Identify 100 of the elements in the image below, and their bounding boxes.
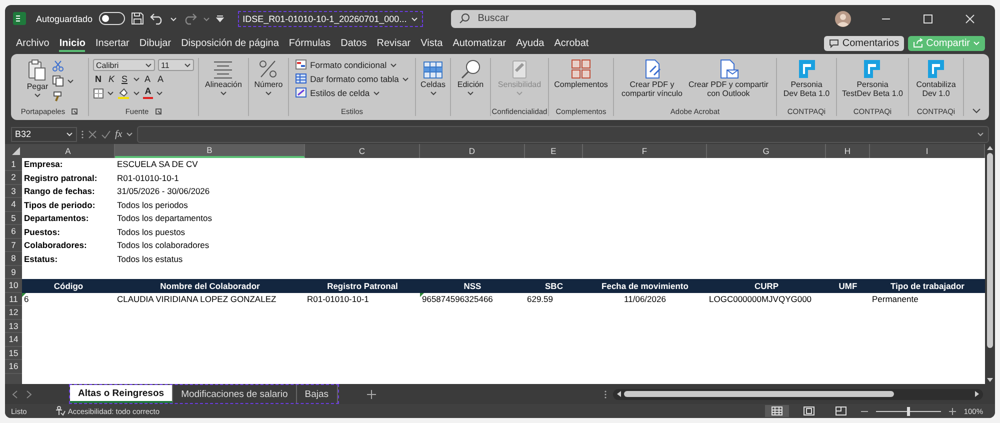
- text-style-button[interactable]: K: [106, 74, 117, 84]
- menu-tab[interactable]: Automatizar: [448, 34, 512, 52]
- font-size-step-button[interactable]: A: [142, 74, 153, 84]
- conditional-format-icon[interactable]: [295, 59, 308, 70]
- avatar-icon[interactable]: [835, 10, 851, 26]
- format-painter-icon[interactable]: [52, 90, 64, 102]
- search-field[interactable]: Buscar: [450, 10, 696, 28]
- row-number[interactable]: 11: [5, 292, 22, 306]
- text-style-button[interactable]: N: [93, 74, 104, 84]
- row-number[interactable]: 12: [5, 306, 22, 320]
- save-icon[interactable]: [130, 12, 144, 25]
- clipboard-icon[interactable]: [27, 59, 48, 81]
- column-header[interactable]: H: [826, 144, 870, 158]
- view-button[interactable]: [764, 405, 789, 417]
- column-header[interactable]: C: [305, 144, 420, 158]
- ribbon-button[interactable]: Personia Dev Beta 1.0: [781, 58, 832, 100]
- row-number[interactable]: 3: [5, 184, 22, 198]
- menu-tab[interactable]: Dibujar: [134, 34, 176, 52]
- row-number[interactable]: 14: [5, 333, 22, 346]
- file-name-button[interactable]: IDSE_R01-01010-10-1_20260701_000...: [238, 10, 423, 26]
- font-name-field[interactable]: Calibri: [93, 59, 155, 71]
- column-header[interactable]: B: [115, 144, 305, 158]
- row-number[interactable]: 10: [5, 279, 22, 292]
- styles-menu-item[interactable]: Estilos de celda: [310, 88, 370, 98]
- vertical-scrollbar[interactable]: [985, 144, 995, 384]
- menu-tab[interactable]: Revisar: [372, 34, 416, 52]
- menu-tab[interactable]: Insertar: [90, 34, 134, 52]
- zoom-in-icon[interactable]: [948, 408, 956, 414]
- caret-icon[interactable]: [467, 90, 474, 96]
- caret-icon[interactable]: [977, 131, 984, 137]
- row-number[interactable]: 4: [5, 198, 22, 212]
- add-sheet-icon[interactable]: [366, 390, 376, 398]
- row-number[interactable]: 15: [5, 346, 22, 360]
- customize-icon[interactable]: [216, 14, 224, 22]
- caret-icon[interactable]: [133, 90, 140, 96]
- caret-icon[interactable]: [107, 90, 114, 96]
- more-icon[interactable]: [81, 130, 84, 138]
- ribbon-button[interactable]: Crear PDF y compartir con Outlook: [686, 58, 770, 100]
- ribbon-button[interactable]: Contabiliza Dev 1.0: [914, 58, 958, 100]
- accessibility-icon[interactable]: [54, 406, 66, 416]
- sheet-tab[interactable]: Bajas: [296, 385, 338, 403]
- horizontal-scrollbar[interactable]: [613, 388, 983, 400]
- scroll-up-icon[interactable]: [987, 146, 993, 150]
- formula-input[interactable]: [137, 126, 989, 142]
- previous-sheet-icon[interactable]: [11, 390, 19, 398]
- insert-function-button[interactable]: fx: [115, 128, 122, 140]
- collapse-ribbon-icon[interactable]: [972, 108, 981, 114]
- maximize-icon[interactable]: [923, 14, 933, 24]
- comments-button[interactable]: Comentarios: [824, 36, 904, 50]
- menu-tab[interactable]: Archivo: [11, 34, 54, 52]
- caret-icon[interactable]: [145, 62, 152, 68]
- font-size-step-button[interactable]: A: [156, 74, 166, 84]
- name-box[interactable]: B32: [11, 126, 77, 142]
- cancel-icon[interactable]: [88, 130, 97, 138]
- paste-button[interactable]: Pegar: [26, 82, 48, 92]
- row-number[interactable]: 7: [5, 238, 22, 252]
- menu-tab[interactable]: Acrobat: [549, 34, 594, 52]
- column-header[interactable]: E: [525, 144, 583, 158]
- undo-icon[interactable]: [150, 12, 164, 25]
- scroll-left-icon[interactable]: [617, 391, 621, 397]
- styles-menu-item[interactable]: Dar formato como tabla: [310, 74, 399, 84]
- copy-icon[interactable]: [52, 75, 64, 87]
- ribbon-button[interactable]: Edición: [455, 58, 486, 98]
- next-sheet-icon[interactable]: [25, 390, 33, 398]
- caret-icon[interactable]: [430, 90, 436, 96]
- caret-icon[interactable]: [184, 62, 191, 68]
- caret-icon[interactable]: [67, 78, 74, 84]
- caret-icon[interactable]: [264, 90, 272, 96]
- splitter-icon[interactable]: [604, 390, 607, 398]
- caret-icon[interactable]: [126, 131, 134, 137]
- menu-tab[interactable]: Disposición de página: [176, 34, 284, 52]
- row-number[interactable]: 5: [5, 212, 22, 225]
- sheet-tab[interactable]: Altas o Reingresos: [70, 385, 174, 403]
- check-icon[interactable]: [101, 130, 111, 138]
- autosave-toggle[interactable]: [98, 12, 125, 25]
- font-color-button[interactable]: A: [143, 87, 153, 99]
- menu-tab[interactable]: Datos: [336, 34, 372, 52]
- percent-icon[interactable]: [257, 59, 280, 79]
- caret-icon[interactable]: [156, 90, 163, 96]
- menu-tab[interactable]: Vista: [416, 34, 448, 52]
- ribbon-button[interactable]: Celdas: [418, 58, 448, 98]
- caret-icon[interactable]: [132, 76, 140, 82]
- column-header[interactable]: I: [870, 144, 985, 158]
- caret-icon[interactable]: [390, 62, 397, 68]
- ribbon-button[interactable]: Alineación: [203, 58, 244, 98]
- column-header[interactable]: D: [420, 144, 525, 158]
- scroll-right-icon[interactable]: [975, 391, 979, 397]
- redo-icon[interactable]: [182, 12, 197, 25]
- dialog-launcher-icon[interactable]: [154, 108, 162, 114]
- cell-styles-icon[interactable]: [295, 87, 308, 98]
- row-number[interactable]: 16: [5, 360, 22, 374]
- table-icon[interactable]: [422, 59, 444, 79]
- styles-menu-item[interactable]: Formato condicional: [310, 60, 387, 70]
- row-number[interactable]: 9: [5, 266, 22, 279]
- ribbon-button[interactable]: Número: [252, 58, 285, 98]
- menu-tab[interactable]: Fórmulas: [284, 34, 336, 52]
- close-icon[interactable]: [965, 14, 975, 24]
- sheet-tab[interactable]: Modificaciones de salario: [173, 385, 297, 403]
- fill-color-icon[interactable]: [117, 87, 130, 99]
- menu-tab[interactable]: Ayuda: [511, 34, 550, 52]
